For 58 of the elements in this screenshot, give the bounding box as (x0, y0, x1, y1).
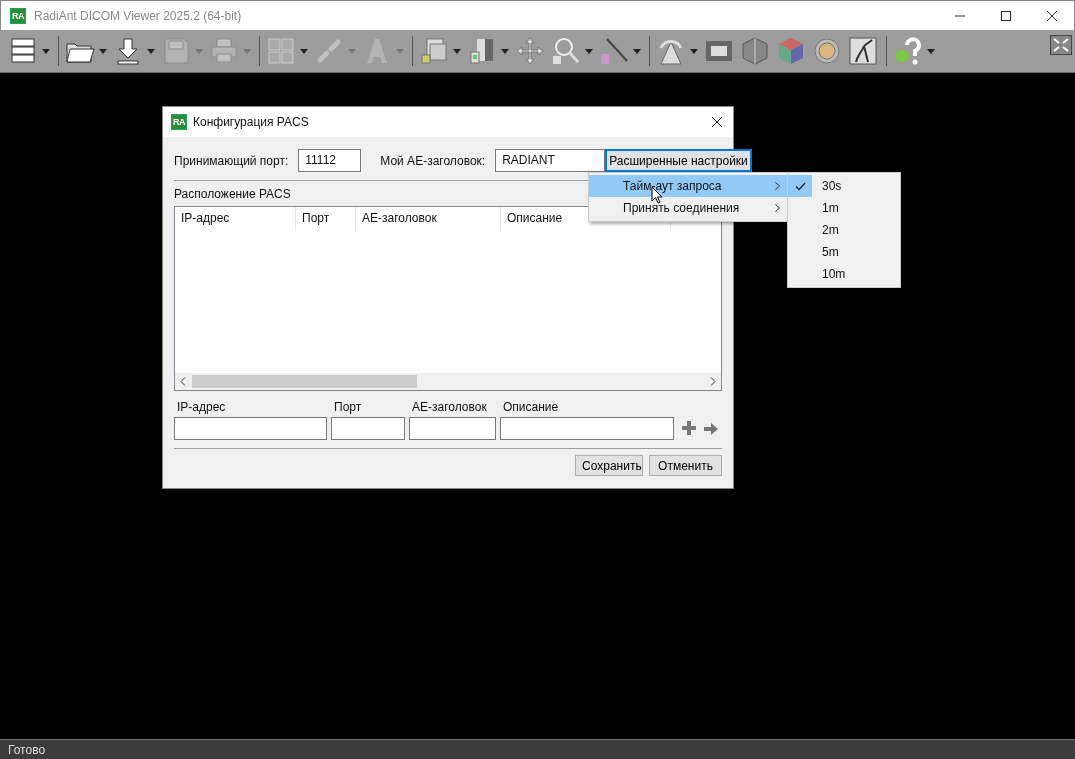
caret-icon[interactable] (690, 48, 698, 54)
right-arrow-icon[interactable] (704, 423, 718, 435)
input-field[interactable] (409, 417, 496, 440)
close-icon[interactable] (711, 116, 723, 128)
port-field[interactable]: 11112 (298, 149, 362, 172)
save-button[interactable]: Сохранить (575, 455, 643, 476)
maximize-icon[interactable] (1000, 9, 1012, 22)
caret-icon[interactable] (927, 48, 935, 54)
dialog-logo: RA (171, 114, 187, 130)
app-logo: RA (10, 7, 26, 24)
move-icon[interactable] (515, 36, 545, 66)
help-icon[interactable] (893, 36, 923, 66)
status-text: Готово (8, 742, 46, 757)
advanced-settings-button[interactable]: Расширенные настройки (605, 149, 752, 172)
fullscreen-icon[interactable] (1050, 35, 1072, 55)
menu-item[interactable]: Тайм-аут запроса (589, 175, 788, 197)
scrollbar-thumb[interactable] (192, 375, 417, 388)
caret-icon[interactable] (147, 48, 155, 54)
ae-title-field[interactable]: RADIANT (495, 149, 606, 172)
section-label: Расположение PACS (174, 187, 291, 201)
caret-icon[interactable] (42, 48, 50, 54)
caret-icon[interactable] (99, 48, 107, 54)
menu-item[interactable]: 1m (788, 197, 900, 219)
circle-icon[interactable] (812, 36, 842, 66)
menu-item[interactable]: 2m (788, 219, 900, 241)
horizontal-scrollbar[interactable] (175, 373, 721, 390)
caret-icon[interactable] (585, 48, 593, 54)
input-field[interactable] (500, 417, 674, 440)
column-header[interactable]: AE-заголовок (356, 207, 501, 231)
field-label: Порт (333, 400, 363, 414)
ruler-icon[interactable] (599, 36, 629, 66)
caret-icon[interactable] (633, 48, 641, 54)
field-label: IP-адрес (176, 400, 227, 414)
field-label: Мой AE-заголовок: (380, 153, 486, 168)
menu-item[interactable]: 5m (788, 241, 900, 263)
image-stack-icon[interactable] (419, 36, 449, 66)
plus-icon[interactable] (682, 421, 696, 435)
column-header[interactable]: IP-адрес (175, 207, 296, 231)
input-field[interactable] (331, 417, 405, 440)
chevron-icon (775, 182, 780, 190)
chevron-icon (775, 204, 780, 212)
field-label: Описание (502, 400, 560, 414)
dialog-title: Конфигурация PACS (193, 115, 309, 129)
caret-icon[interactable] (300, 48, 308, 54)
caret-icon[interactable] (501, 48, 509, 54)
close-icon[interactable] (1046, 9, 1058, 22)
cube-icon[interactable] (740, 36, 770, 66)
drawers-icon[interactable] (8, 36, 38, 66)
input-field[interactable] (174, 417, 327, 440)
check-icon (794, 181, 806, 191)
cancel-button[interactable]: Отменить (649, 455, 722, 476)
window-title: RadiAnt DICOM Viewer 2025.2 (64-bit) (34, 8, 242, 23)
field-label: AE-заголовок (411, 400, 488, 414)
menu-item[interactable]: 30s (788, 175, 900, 197)
column-header[interactable]: Порт (296, 207, 356, 231)
caret-icon[interactable] (453, 48, 461, 54)
menu-item[interactable]: 10m (788, 263, 900, 285)
field-label: Принимающий порт: (174, 153, 289, 168)
